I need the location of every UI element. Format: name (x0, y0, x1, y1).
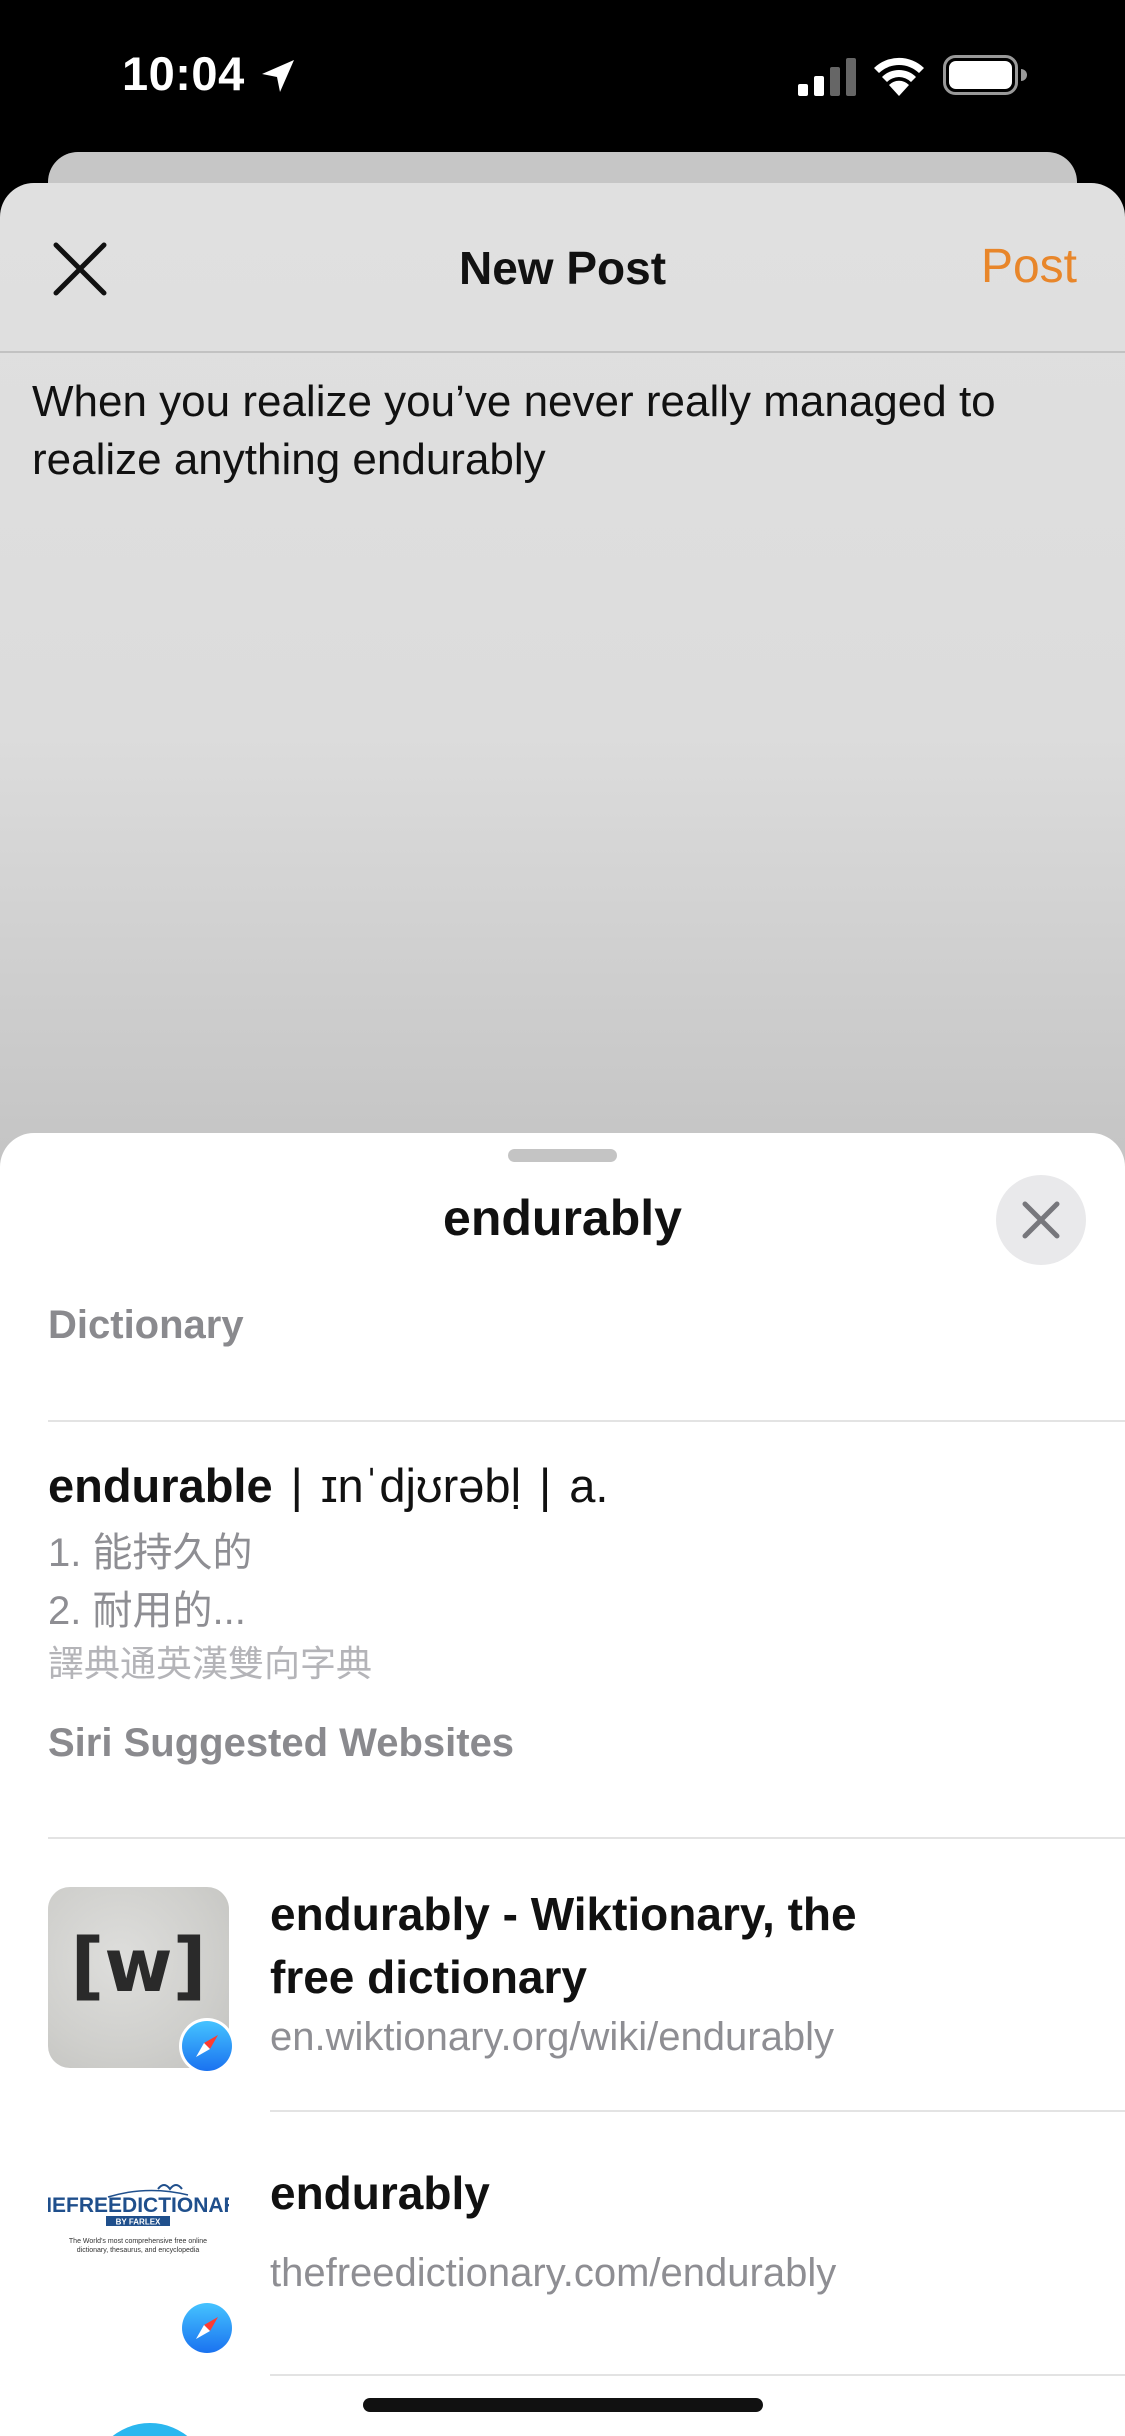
wiktionary-logo-text: [w] (70, 1923, 207, 2009)
part-of-speech: a. (569, 1459, 609, 1512)
thefreedictionary-icon: THEFREEDICTIONARY BY FARLEX The World's … (48, 2169, 235, 2356)
location-arrow-icon (262, 60, 294, 92)
post-button[interactable]: Post (981, 239, 1077, 294)
result-url: en.wiktionary.org/wiki/endurably (270, 2015, 834, 2059)
lookup-title: endurably (443, 1190, 682, 1246)
new-post-header: New Post Post (0, 183, 1125, 353)
home-indicator[interactable] (363, 2398, 763, 2412)
wiktionary-icon: [w] (48, 1887, 235, 2074)
safari-compass-icon (182, 2021, 232, 2071)
divider (48, 1420, 1125, 1422)
new-post-sheet: New Post Post When you realize you’ve ne… (0, 183, 1125, 1183)
safari-badge (179, 2018, 235, 2074)
logo-subtext: BY FARLEX (116, 2218, 161, 2227)
definition-2: 2. 耐用的... (48, 1589, 246, 1633)
siri-websites-section-header: Siri Suggested Websites (48, 1721, 515, 1765)
logo-text: THEFREEDICTIONARY (48, 2194, 229, 2217)
cellular-signal-icon (798, 58, 856, 96)
divider (48, 1837, 1125, 1839)
result-url: thefreedictionary.com/endurably (270, 2251, 837, 2295)
safari-compass-icon (182, 2303, 232, 2353)
page-title: New Post (458, 242, 667, 294)
battery-icon (943, 55, 1027, 95)
separator: | (539, 1459, 552, 1512)
separator: | (290, 1459, 303, 1512)
status-bar: 10:04 (0, 0, 1125, 150)
wifi-icon (874, 57, 924, 96)
result-title-line-1: endurably - Wiktionary, the (270, 1888, 857, 1940)
dictionary-entry[interactable]: endurable | ɪnˈdjʊrəbḷ | a. (48, 1458, 608, 1513)
close-icon (1022, 1201, 1060, 1239)
post-text-area[interactable]: When you realize you’ve never really man… (32, 373, 1092, 489)
logo-tagline: The World's most comprehensive free onli… (68, 2238, 208, 2254)
divider (270, 2110, 1125, 2112)
next-result-thumbnail[interactable] (90, 2423, 210, 2436)
result-title-line-2: free dictionary (270, 1951, 587, 2003)
dictionary-section-header: Dictionary (48, 1303, 244, 1347)
safari-badge (179, 2300, 235, 2356)
status-time: 10:04 (122, 47, 245, 100)
dictionary-headword: endurable (48, 1459, 273, 1512)
pronunciation: ɪnˈdjʊrəbḷ (320, 1459, 522, 1512)
divider (270, 2374, 1125, 2376)
sheet-grabber[interactable] (508, 1149, 617, 1162)
result-title: endurably (270, 2167, 490, 2219)
lookup-panel: endurably Dictionary endurable | ɪnˈdjʊrəb… (0, 1133, 1125, 2436)
definition-1: 1. 能持久的 (48, 1531, 253, 1575)
lookup-close-button[interactable] (996, 1175, 1086, 1265)
dictionary-source: 譯典通英漢雙向字典 (48, 1643, 373, 1684)
